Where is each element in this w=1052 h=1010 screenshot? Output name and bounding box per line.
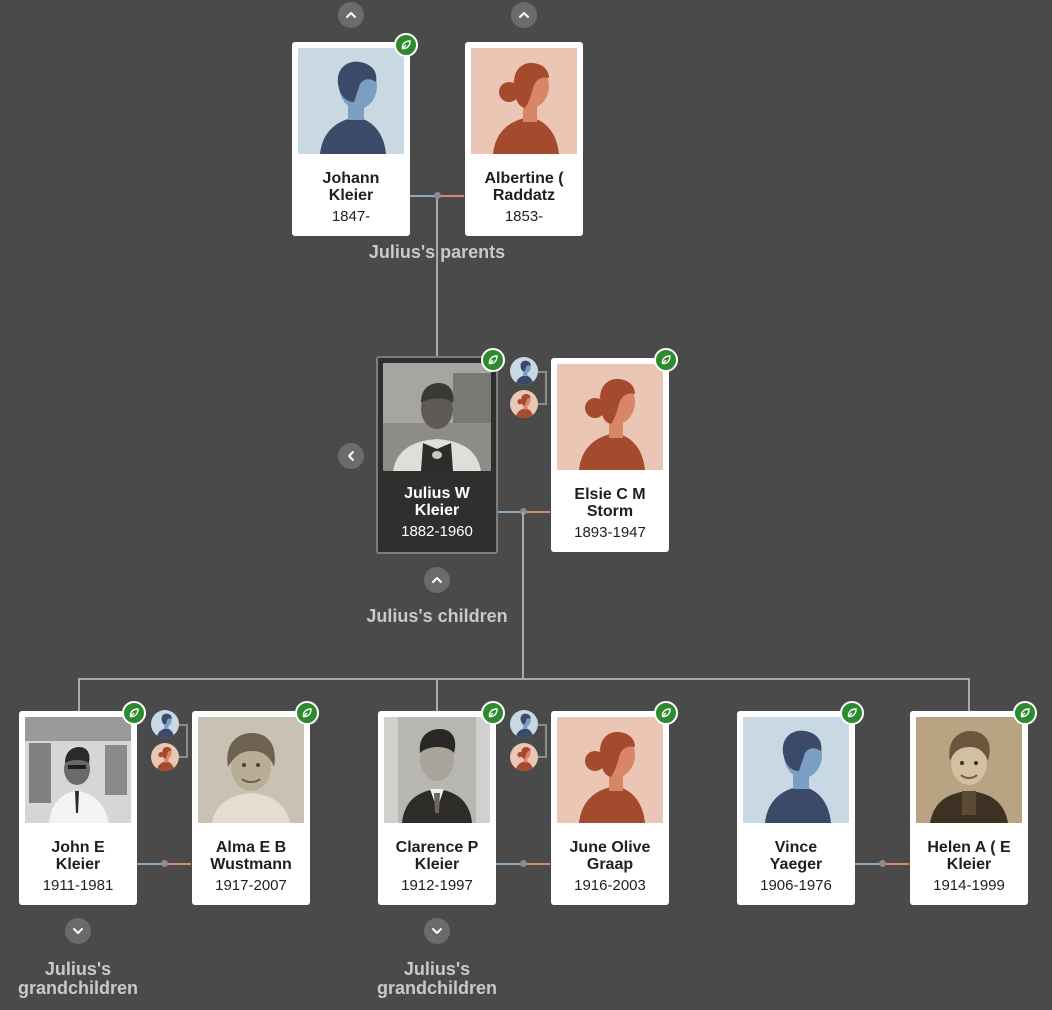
grandchildren-label-clarence: Julius's grandchildren [376,959,497,998]
collapse-children-button[interactable] [424,567,450,593]
chevron-up-icon [517,8,531,22]
person-years: 1914-1999 [933,877,1005,894]
john-father-mini-avatar[interactable] [151,710,179,738]
children-section-label: Julius's children [366,606,508,626]
john-couple-line-right [165,863,191,865]
person-years: 1847- [331,208,371,225]
person-card-june[interactable]: June Olive Graap 1916-2003 [551,711,669,905]
person-card-clarence[interactable]: Clarence P Kleier 1912-1997 [378,711,496,905]
john-couple-line-left [137,863,163,865]
julius-to-children-line [522,512,524,680]
clarence-couple-line-left [496,863,522,865]
julius-couple-line-left [498,511,522,513]
alma-portrait-photo [198,717,304,823]
child-drop-helen [968,678,970,712]
expand-john-grandchildren-button[interactable] [65,918,91,944]
child-drop-john [78,678,80,712]
chevron-down-icon [430,924,444,938]
person-years: 1912-1997 [401,877,473,894]
julius-portrait-photo [383,363,491,471]
person-card-albertine[interactable]: Albertine ( Raddatz 1853- [465,42,583,236]
leaf-hint-icon[interactable] [654,701,678,725]
mini-avatar-bracket [186,724,188,758]
helen-couple-line-right [883,863,909,865]
grandchildren-label-john: Julius's grandchildren [17,959,138,998]
person-years: 1853- [504,208,544,225]
person-card-vince[interactable]: Vince Yaeger 1906-1976 [737,711,855,905]
leaf-hint-icon[interactable] [654,348,678,372]
leaf-hint-icon[interactable] [481,348,505,372]
person-name: Julius W Kleier [404,485,470,519]
person-name: Helen A ( E Kleier [927,839,1011,873]
person-card-julius-focus[interactable]: Julius W Kleier 1882-1960 [376,356,498,554]
julius-father-mini-avatar[interactable] [510,357,538,385]
expand-johann-parents-button[interactable] [338,2,364,28]
parents-section-label: Julius's parents [368,242,506,262]
john-portrait-photo [25,717,131,823]
person-name: John E Kleier [51,839,105,873]
person-card-elsie[interactable]: Elsie C M Storm 1893-1947 [551,358,669,552]
person-years: 1882-1960 [401,523,473,540]
parents-couple-line-left [410,195,436,197]
male-avatar-icon [298,48,404,154]
person-name: June Olive Graap [569,839,651,873]
male-avatar-icon [743,717,849,823]
helen-portrait-photo [916,717,1022,823]
leaf-hint-icon[interactable] [122,701,146,725]
john-mother-mini-avatar[interactable] [151,743,179,771]
parents-to-julius-line [436,196,438,356]
person-card-helen[interactable]: Helen A ( E Kleier 1914-1999 [910,711,1028,905]
john-couple-dot [161,860,168,867]
parents-couple-line-right [438,195,464,197]
expand-albertine-parents-button[interactable] [511,2,537,28]
children-bus-line [78,678,970,680]
leaf-hint-icon[interactable] [394,33,418,57]
expand-clarence-grandchildren-button[interactable] [424,918,450,944]
mini-avatar-bracket [545,371,547,405]
helen-couple-dot [879,860,886,867]
chevron-down-icon [71,924,85,938]
person-years: 1893-1947 [574,524,646,541]
leaf-hint-icon[interactable] [295,701,319,725]
julius-mother-mini-avatar[interactable] [510,390,538,418]
female-avatar-icon [471,48,577,154]
person-name: Vince Yaeger [769,839,823,873]
person-name: Johann Kleier [322,170,380,204]
clarence-couple-dot [520,860,527,867]
chevron-up-icon [430,573,444,587]
person-name: Clarence P Kleier [395,839,479,873]
back-button[interactable] [338,443,364,469]
parents-couple-dot [434,192,441,199]
clarence-father-mini-avatar[interactable] [510,710,538,738]
person-card-john[interactable]: John E Kleier 1911-1981 [19,711,137,905]
clarence-mother-mini-avatar[interactable] [510,743,538,771]
person-years: 1917-2007 [215,877,287,894]
child-drop-clarence [436,678,438,712]
leaf-hint-icon[interactable] [840,701,864,725]
leaf-hint-icon[interactable] [481,701,505,725]
person-card-alma[interactable]: Alma E B Wustmann 1917-2007 [192,711,310,905]
female-avatar-icon [557,364,663,470]
person-card-johann[interactable]: Johann Kleier 1847- [292,42,410,236]
person-years: 1911-1981 [42,877,114,894]
person-name: Alma E B Wustmann [210,839,292,873]
person-name: Albertine ( Raddatz [484,170,564,204]
clarence-couple-line-right [524,863,550,865]
person-name: Elsie C M Storm [574,486,646,520]
leaf-hint-icon[interactable] [1013,701,1037,725]
person-years: 1916-2003 [574,877,646,894]
chevron-left-icon [344,449,358,463]
julius-couple-line-right [524,511,550,513]
chevron-up-icon [344,8,358,22]
female-avatar-icon [557,717,663,823]
mini-avatar-bracket [545,724,547,758]
family-tree-canvas: Julius's parents Julius's children Juliu… [0,0,1052,1010]
person-years: 1906-1976 [760,877,832,894]
clarence-portrait-photo [384,717,490,823]
helen-couple-line-left [855,863,881,865]
